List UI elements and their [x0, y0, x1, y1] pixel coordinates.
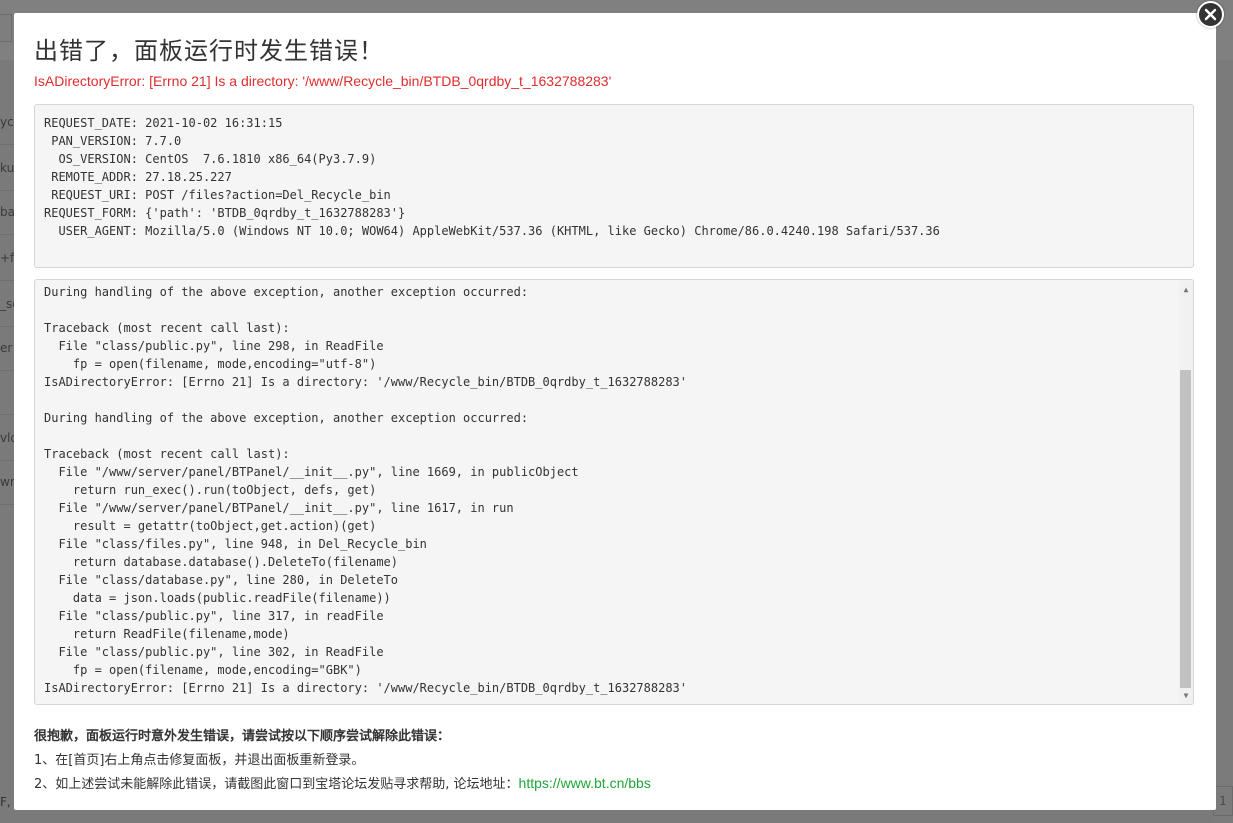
close-button[interactable]	[1197, 1, 1224, 28]
traceback-line: fp = open(filename, mode,encoding="GBK")	[44, 663, 362, 677]
traceback-line: File "/www/server/panel/BTPanel/__init__…	[44, 465, 579, 479]
help-step-2: 2、如上述尝试未能解除此错误，请截图此窗口到宝塔论坛发贴寻求帮助, 论坛地址：h…	[34, 773, 651, 792]
traceback-line: File "class/public.py", line 298, in Rea…	[44, 339, 384, 353]
request-info-line: REQUEST_URI: POST /files?action=Del_Recy…	[44, 188, 391, 202]
traceback-line: File "class/public.py", line 317, in rea…	[44, 609, 384, 623]
traceback-line: IsADirectoryError: [Errno 21] Is a direc…	[44, 375, 687, 389]
traceback-line	[44, 391, 1184, 409]
traceback-line: return ReadFile(filename,mode)	[44, 627, 290, 641]
background-list-item: ycl	[0, 100, 14, 145]
background-search-input	[0, 14, 12, 42]
request-info-line: REQUEST_FORM: {'path': 'BTDB_0qrdby_t_16…	[44, 206, 406, 220]
request-info-line: USER_AGENT: Mozilla/5.0 (Windows NT 10.0…	[44, 224, 940, 238]
traceback-line: return run_exec().run(toObject, defs, ge…	[44, 483, 377, 497]
help-step-1: 1、在[首页]右上角点击修复面板，并退出面板重新登录。	[34, 753, 365, 768]
traceback-line: File "class/database.py", line 280, in D…	[44, 573, 399, 587]
background-list-item: er	[0, 326, 14, 371]
close-icon	[1204, 8, 1217, 21]
dialog-title: 出错了，面板运行时发生错误！	[34, 37, 384, 65]
traceback-line: File "class/files.py", line 948, in Del_…	[44, 537, 427, 551]
request-info-box: REQUEST_DATE: 2021-10-02 16:31:15 PAN_VE…	[34, 104, 1194, 268]
request-info-line: REMOTE_ADDR: 27.18.25.227	[44, 170, 232, 184]
help-step-2-text: 2、如上述尝试未能解除此错误，请截图此窗口到宝塔论坛发贴寻求帮助, 论坛地址：	[34, 777, 519, 792]
background-list-item: kup	[0, 146, 14, 191]
request-info-line: REQUEST_DATE: 2021-10-02 16:31:15	[44, 116, 283, 130]
scrollbar-thumb[interactable]	[1180, 370, 1191, 688]
traceback-line: During handling of the above exception, …	[44, 411, 529, 425]
background-pagination: 1	[1213, 786, 1233, 816]
traceback-box[interactable]: During handling of the above exception, …	[34, 279, 1194, 705]
background-list-item: wro	[0, 460, 14, 505]
traceback-line: fp = open(filename, mode,encoding="utf-8…	[44, 357, 377, 371]
background-list-item: vlo	[0, 416, 14, 461]
error-message: IsADirectoryError: [Errno 21] Is a direc…	[34, 73, 612, 89]
traceback-line: File "/www/server/panel/BTPanel/__init__…	[44, 501, 514, 515]
scroll-down-arrow-icon[interactable]: ▼	[1182, 692, 1190, 700]
traceback-scrollbar[interactable]: ▲ ▼	[1179, 280, 1193, 704]
help-title: 很抱歉，面板运行时意外发生错误，请尝试按以下顺序尝试解除此错误：	[34, 729, 451, 744]
traceback-line: data = json.loads(public.readFile(filena…	[44, 591, 391, 605]
traceback-line	[44, 301, 1184, 319]
traceback-line: return database.database().DeleteTo(file…	[44, 555, 399, 569]
traceback-line: result = getattr(toObject,get.action)(ge…	[44, 519, 377, 533]
forum-link[interactable]: https://www.bt.cn/bbs	[519, 775, 651, 791]
background-footer-text: F,	[0, 795, 11, 809]
traceback-line	[44, 427, 1184, 445]
traceback-line: IsADirectoryError: [Errno 21] Is a direc…	[44, 681, 687, 695]
error-dialog: 出错了，面板运行时发生错误！ IsADirectoryError: [Errno…	[14, 13, 1216, 810]
request-info-line: PAN_VERSION: 7.7.0	[44, 134, 182, 148]
traceback-line: Traceback (most recent call last):	[44, 321, 290, 335]
background-right-panel	[1213, 60, 1233, 823]
traceback-line: Traceback (most recent call last):	[44, 447, 290, 461]
scroll-up-arrow-icon[interactable]: ▲	[1182, 286, 1190, 294]
traceback-line: File "class/public.py", line 302, in Rea…	[44, 645, 384, 659]
traceback-line: During handling of the above exception, …	[44, 285, 529, 299]
request-info-line: OS_VERSION: CentOS 7.6.1810 x86_64(Py3.7…	[44, 152, 377, 166]
background-list-item: +fo	[0, 236, 14, 281]
background-list-item: ba	[0, 190, 14, 235]
background-list-item: _se	[0, 282, 14, 327]
background-list-item	[0, 370, 14, 415]
